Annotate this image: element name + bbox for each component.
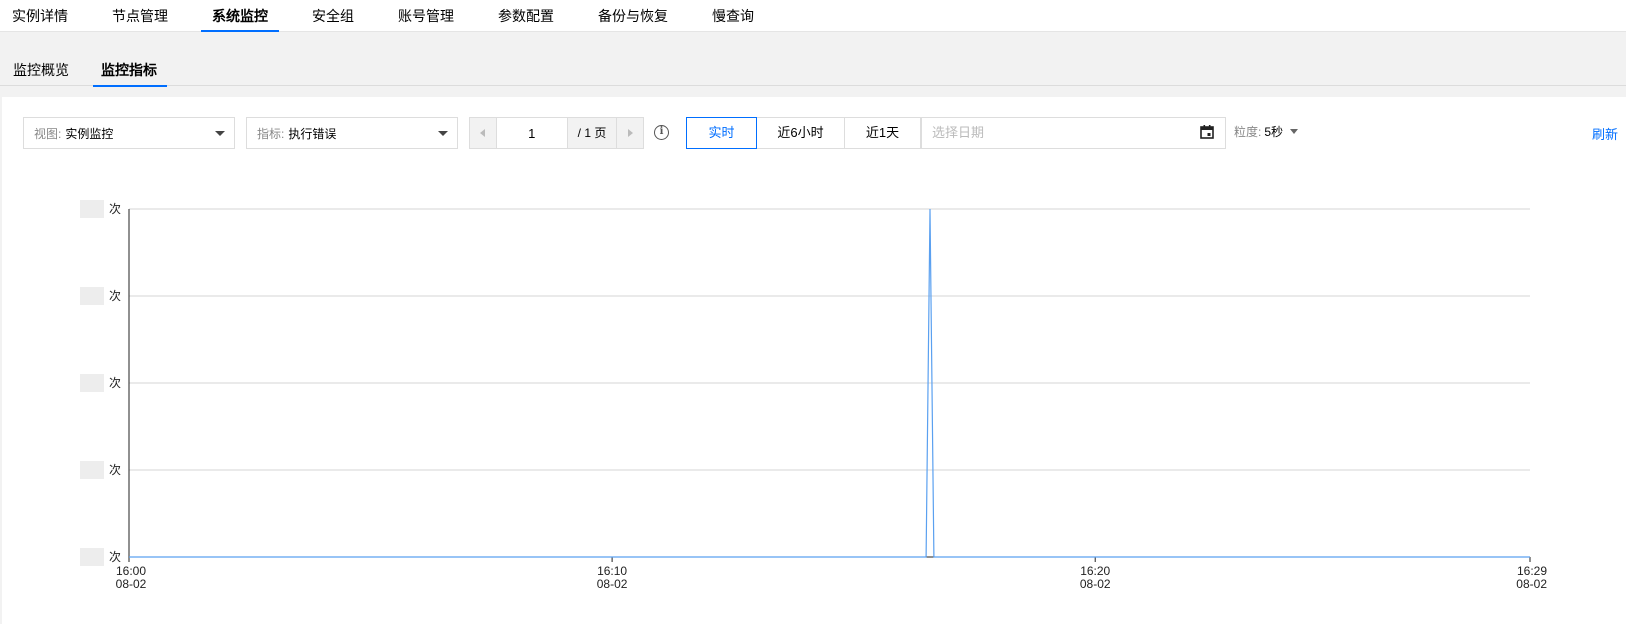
x-tick-time: 16:20 — [1080, 564, 1110, 578]
app-root: 实例详情 节点管理 系统监控 安全组 账号管理 参数配置 备份与恢复 慢查询 监控概览 监控指标… — [0, 0, 1626, 624]
y-tick-label: 次 — [109, 376, 121, 390]
y-tick-value-masked — [80, 461, 104, 479]
metric-select-label: 指标: — [257, 126, 285, 141]
time-range-group: 实时 近6小时 近1天 — [686, 117, 921, 149]
x-tick-time: 16:29 — [1517, 564, 1547, 578]
tab-7[interactable]: 备份与恢复 — [587, 0, 679, 32]
x-tick-date: 08-02 — [116, 577, 147, 591]
y-tick-value-masked — [80, 287, 104, 305]
caret-right-icon — [627, 129, 633, 137]
next-page-button[interactable] — [617, 118, 644, 148]
tab-6[interactable]: 参数配置 — [487, 0, 565, 32]
y-tick-value-masked — [80, 374, 104, 392]
y-tick-label: 次 — [109, 202, 121, 216]
metric-select[interactable]: 指标: 执行错误 — [246, 117, 458, 149]
prev-page-button[interactable] — [470, 118, 496, 148]
tab-1[interactable]: 实例详情 — [0, 0, 79, 32]
monitor-panel: 视图: 实例监控 指标: 执行错误 / 1 页 i 实时近6小时近1天 选择日期 — [2, 97, 1626, 624]
view-select[interactable]: 视图: 实例监控 — [23, 117, 235, 149]
y-tick-label: 次 — [109, 550, 121, 564]
tab-5[interactable]: 账号管理 — [387, 0, 465, 32]
caret-left-icon — [480, 129, 486, 137]
x-tick-date: 08-02 — [1516, 577, 1547, 591]
x-tick-time: 16:00 — [116, 564, 146, 578]
y-tick-label: 次 — [109, 289, 121, 303]
view-select-value: 实例监控 — [65, 126, 114, 141]
info-icon[interactable]: i — [654, 125, 669, 140]
calendar-icon — [1200, 125, 1214, 139]
chevron-down-icon — [1290, 129, 1299, 134]
sub-tab-bar: 监控概览 监控指标 — [0, 52, 1626, 87]
y-tick-label: 次 — [109, 463, 121, 477]
tab-3[interactable]: 系统监控 — [201, 0, 279, 32]
x-tick-time: 16:10 — [597, 564, 627, 578]
tab-4[interactable]: 安全组 — [301, 0, 365, 32]
time-range-button[interactable]: 实时 — [686, 117, 757, 149]
x-tick-date: 08-02 — [1080, 577, 1111, 591]
metric-select-value: 执行错误 — [288, 126, 337, 141]
sub-tab-1[interactable]: 监控概览 — [13, 52, 69, 86]
sub-tab-2[interactable]: 监控指标 — [93, 52, 167, 87]
y-tick-value-masked — [80, 548, 104, 566]
top-tab-bar: 实例详情 节点管理 系统监控 安全组 账号管理 参数配置 备份与恢复 慢查询 — [0, 0, 1626, 32]
tab-8[interactable]: 慢查询 — [701, 0, 765, 32]
chevron-down-icon — [215, 131, 225, 136]
tab-2[interactable]: 节点管理 — [101, 0, 179, 32]
time-range-button[interactable]: 近1天 — [844, 117, 921, 149]
time-range-button[interactable]: 近6小时 — [756, 117, 845, 149]
date-placeholder: 选择日期 — [932, 125, 985, 140]
refresh-button[interactable]: 刷新 — [1592, 124, 1618, 143]
error-count-chart: 次次次次次16:0008-0216:1008-0216:2008-0216:29… — [80, 200, 1547, 591]
chevron-down-icon — [438, 131, 448, 136]
x-tick-date: 08-02 — [597, 577, 628, 591]
page-total: / 1 页 — [567, 118, 618, 148]
granularity-select[interactable]: 粒度: 5秒 — [1234, 123, 1299, 140]
view-select-label: 视图: — [34, 126, 62, 141]
pagination: / 1 页 — [469, 117, 644, 149]
page-number-input[interactable] — [495, 118, 568, 148]
granularity-label: 粒度: — [1234, 125, 1262, 139]
y-tick-value-masked — [80, 200, 104, 218]
date-picker[interactable]: 选择日期 — [921, 117, 1226, 149]
granularity-value: 5秒 — [1264, 125, 1284, 139]
